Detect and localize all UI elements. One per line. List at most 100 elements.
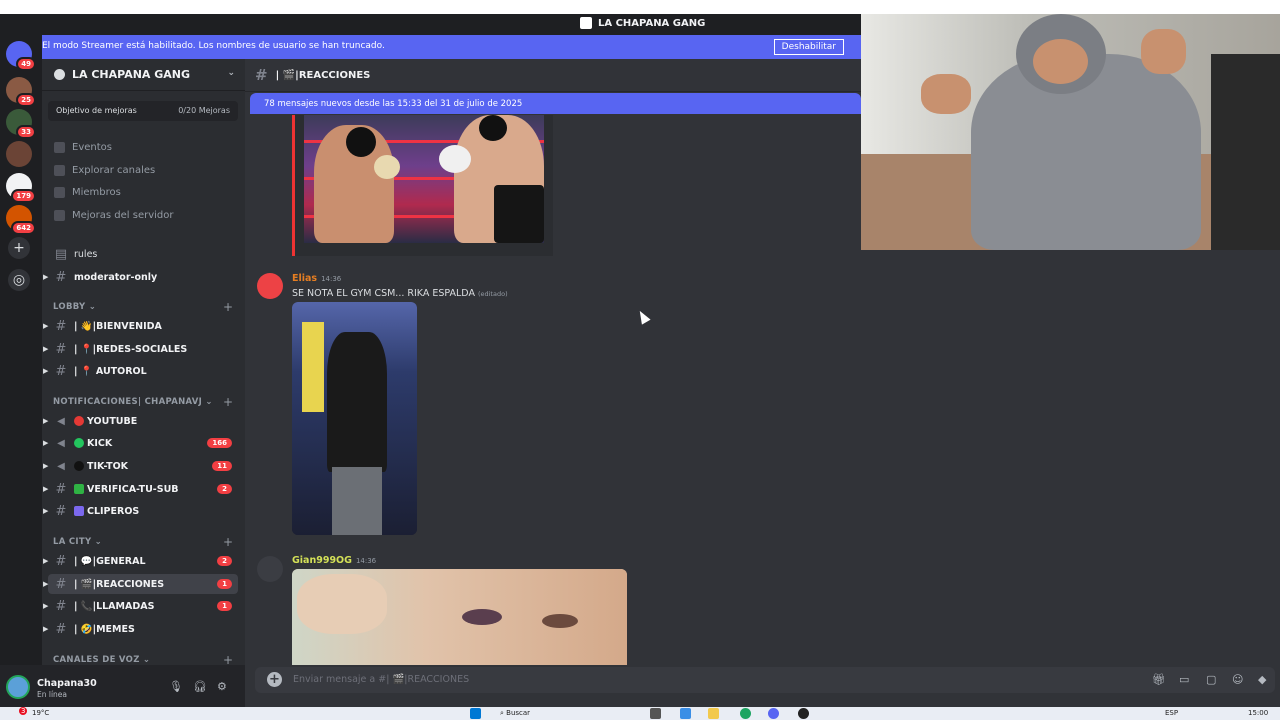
task-view-icon[interactable] <box>650 708 661 719</box>
channel-moderator-only[interactable]: ▶ # moderator-only <box>43 267 238 287</box>
server-header[interactable]: LA CHAPANA GANG ⌄ <box>42 59 245 91</box>
server-icon <box>580 17 592 29</box>
disable-streamer-mode-button[interactable]: Deshabilitar <box>773 39 844 55</box>
mention-badge: 2 <box>217 484 232 494</box>
boost-goal[interactable]: Objetivo de mejoras 0/20 Mejoras <box>48 101 238 121</box>
glove-cream <box>374 155 400 179</box>
headgear-right <box>479 115 507 141</box>
gear-icon[interactable]: ⚙ <box>217 680 227 693</box>
server-icon-1[interactable]: 25 <box>6 77 36 107</box>
category-notificaciones[interactable]: NOTIFICACIONES| CHAPANAVJ ⌄ + <box>53 395 233 409</box>
gym-image-attachment[interactable] <box>292 302 417 535</box>
channel-autorol[interactable]: ▶ # | 📍 AUTOROL <box>43 361 238 381</box>
clock[interactable]: 15:00 <box>1248 709 1268 717</box>
message-author[interactable]: Gian999OG 14:36 <box>292 555 376 566</box>
channel-tik-tok[interactable]: ▶ ◀ TIK-TOK 11 <box>43 456 238 476</box>
channel-name: TIK-TOK <box>87 460 129 472</box>
streamer-mode-message: El modo Streamer está habilitado. Los no… <box>42 41 385 51</box>
channel-name: YOUTUBE <box>87 415 138 427</box>
avatar[interactable] <box>257 556 283 582</box>
add-channel-icon[interactable]: + <box>223 535 233 549</box>
server-icon-5[interactable]: 642 <box>6 205 36 235</box>
gift-icon[interactable]: 🎁︎ <box>1152 673 1166 686</box>
channel-llamadas[interactable]: ▶ # | 📞|LLAMADAS 1 <box>43 596 238 616</box>
message-time: 14:36 <box>321 275 342 283</box>
glove-white <box>439 145 471 173</box>
unread-indicator-icon: ▶ <box>43 507 49 515</box>
search-box[interactable]: ⌕ Buscar <box>500 709 530 718</box>
file-explorer-icon[interactable] <box>708 708 719 719</box>
discover-icon[interactable]: ◎ <box>8 269 30 291</box>
weather-widget[interactable]: 19°C <box>32 709 49 717</box>
unread-indicator-icon: ▶ <box>43 602 49 610</box>
nav-label: Eventos <box>72 142 112 153</box>
channel-youtube[interactable]: ▶ ◀ YOUTUBE <box>43 411 238 431</box>
username[interactable]: Chapana30 <box>37 678 97 689</box>
server-icon-3[interactable] <box>6 141 32 167</box>
green-circle-icon <box>74 438 84 448</box>
category-canales-de-voz[interactable]: CANALES DE VOZ ⌄ + <box>53 653 233 667</box>
server-icon-4[interactable]: 179 <box>6 173 36 203</box>
nav-members[interactable]: Miembros <box>54 187 121 198</box>
channel-kick[interactable]: ▶ ◀ KICK 166 <box>43 433 238 453</box>
channel-clipperos[interactable]: ▶ # CLIPEROS <box>43 501 238 521</box>
announcement-icon: ◀ <box>57 437 65 449</box>
add-attachment-icon[interactable]: + <box>267 672 282 687</box>
copilot-icon[interactable] <box>680 708 691 719</box>
dm-badge: 49 <box>16 57 36 71</box>
add-channel-icon[interactable]: + <box>223 395 233 409</box>
channel-rules[interactable]: ▤ rules <box>48 244 238 264</box>
message-author[interactable]: Elias 14:36 <box>292 273 341 284</box>
nav-events[interactable]: Eventos <box>54 142 112 153</box>
language-indicator[interactable]: ESP <box>1165 709 1178 717</box>
eye <box>542 614 578 628</box>
channel-sidebar: LA CHAPANA GANG ⌄ Objetivo de mejoras 0/… <box>42 35 245 667</box>
emoji-icon[interactable]: ☺ <box>1232 673 1243 686</box>
boost-goal-label: Objetivo de mejoras <box>56 106 137 115</box>
avatar[interactable] <box>6 675 30 699</box>
channel-header: # | 🎬|REACCIONES <box>245 59 861 92</box>
nav-label: Miembros <box>72 187 121 198</box>
channel-memes[interactable]: ▶ # | 🤣|MEMES <box>43 619 238 639</box>
message-input-box[interactable]: + Enviar mensaje a #| 🎬|REACCIONES 🎁︎ ▭ … <box>255 667 1275 693</box>
discord-taskbar-icon[interactable] <box>768 708 779 719</box>
category-la-city[interactable]: LA CITY ⌄ + <box>53 535 233 549</box>
channel-reacciones[interactable]: ▶ # | 🎬|REACCIONES 1 <box>43 574 238 594</box>
category-label: LA CITY <box>53 537 92 547</box>
person-back <box>327 332 387 472</box>
server-icon-2[interactable]: 33 <box>6 109 36 139</box>
hash-icon: # <box>55 363 67 379</box>
new-messages-bar[interactable]: 78 mensajes nuevos desde las 15:33 del 3… <box>250 93 861 114</box>
direct-messages-icon[interactable]: 49 <box>6 41 36 71</box>
unread-indicator-icon: ▶ <box>43 485 49 493</box>
nav-browse-channels[interactable]: Explorar canales <box>54 165 155 176</box>
channel-name: moderator-only <box>74 271 158 283</box>
face-image-attachment[interactable] <box>292 569 627 665</box>
hash-icon: # <box>55 481 67 497</box>
gif-icon[interactable]: ▭ <box>1179 673 1189 686</box>
channel-bienvenida[interactable]: ▶ # | 👋|BIENVENIDA <box>43 316 238 336</box>
nav-server-boosts[interactable]: Mejoras del servidor <box>54 210 174 221</box>
app-taskbar-icon[interactable] <box>798 708 809 719</box>
add-server-icon[interactable]: + <box>8 237 30 259</box>
channel-name: | 🎬|REACCIONES <box>74 578 165 590</box>
channel-redes-sociales[interactable]: ▶ # | 📍|REDES-SOCIALES <box>43 339 238 359</box>
message-input-placeholder[interactable]: Enviar mensaje a #| 🎬|REACCIONES <box>293 674 469 685</box>
sticker-icon[interactable]: ▢ <box>1206 673 1216 686</box>
add-channel-icon[interactable]: + <box>223 300 233 314</box>
category-lobby[interactable]: LOBBY ⌄ + <box>53 300 233 314</box>
apps-icon[interactable]: ◆ <box>1258 673 1266 686</box>
boxing-image-attachment[interactable] <box>292 115 553 256</box>
unread-indicator-icon: ▶ <box>43 557 49 565</box>
headphones-icon[interactable]: 🎧︎ <box>193 680 207 693</box>
channel-general[interactable]: ▶ # | 💬|GENERAL 2 <box>43 551 238 571</box>
start-icon[interactable] <box>470 708 481 719</box>
channel-name: | 📍 AUTOROL <box>74 365 147 377</box>
server-header-icon <box>54 69 65 80</box>
microphone-icon[interactable]: 🎙︎ <box>169 680 183 693</box>
chrome-icon[interactable] <box>740 708 751 719</box>
hash-icon: # <box>55 598 67 614</box>
channel-verifica-tu-sub[interactable]: ▶ # VERIFICA-TU-SUB 2 <box>43 479 238 499</box>
server-badge: 33 <box>16 125 36 139</box>
avatar[interactable] <box>257 273 283 299</box>
